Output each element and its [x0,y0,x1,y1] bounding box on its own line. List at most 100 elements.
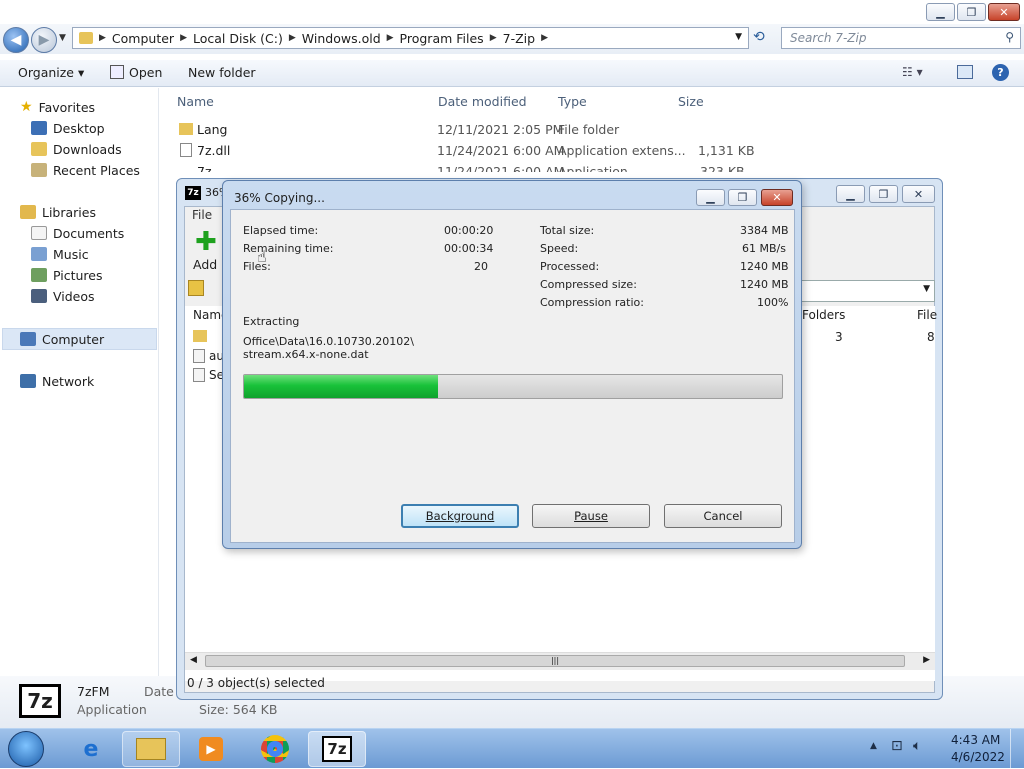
file-row[interactable]: Lang 12/11/2021 2:05 PM File folder [160,119,1024,140]
column-name[interactable]: Name [177,94,214,109]
nav-label: Desktop [53,120,105,136]
preview-pane-icon[interactable] [957,65,973,79]
view-options-icon[interactable]: ☷ ▾ [902,65,923,79]
nav-favorites[interactable]: ★ Favorites [20,97,95,117]
refresh-icon[interactable]: ⟲ [753,29,773,47]
remaining-time-value: 00:00:34 [444,242,494,255]
details-name: 7zFM [77,684,110,699]
breadcrumb-arrow-icon[interactable]: ▶ [180,33,187,43]
breadcrumb-arrow-icon[interactable]: ▶ [387,33,394,43]
recent-pages-chevron-icon[interactable]: ▼ [59,33,66,43]
file-list: Name Date modified Type Size Lang 12/11/… [160,88,1024,188]
nav-libraries[interactable]: Libraries [20,202,96,222]
background-button[interactable]: Background [401,504,519,528]
taskbar-internet-explorer[interactable]: e [62,731,120,767]
address-bar[interactable]: ▶ Computer ▶ Local Disk (C:) ▶ Windows.o… [72,27,749,49]
search-placeholder: Search 7-Zip [790,31,867,45]
breadcrumb-arrow-icon[interactable]: ▶ [99,33,106,43]
volume-icon[interactable]: 🔈︎ [913,738,921,754]
file-type: File folder [558,122,620,137]
column-size[interactable]: Size [678,94,704,109]
show-desktop-button[interactable] [1010,729,1024,769]
fm-minimize-button[interactable]: ▁ [836,185,865,203]
file-type: Application extens... [558,143,686,158]
taskbar-7zip[interactable]: 7z [308,731,366,767]
scrollbar-thumb[interactable]: ||| [205,655,905,667]
minimize-button[interactable]: ▁ [926,3,955,21]
taskbar-explorer[interactable] [122,731,180,767]
nav-network[interactable]: Network [20,371,94,391]
fm-column-files[interactable]: File [917,308,937,322]
taskbar: e ▶ 7z ▲ ⊡ 🔈︎ 4:43 AM 4/6/2022 [0,728,1024,769]
column-type[interactable]: Type [558,94,587,109]
file-row[interactable]: 7z.dll 11/24/2021 6:00 AM Application ex… [160,140,1024,161]
nav-pictures[interactable]: Pictures [31,265,103,285]
dialog-maximize-button[interactable]: ❐ [728,189,757,206]
folder-up-icon[interactable] [188,280,204,296]
close-button[interactable]: ✕ [988,3,1020,21]
dll-file-icon [180,143,192,157]
breadcrumb-arrow-icon[interactable]: ▶ [289,33,296,43]
fm-column-folders[interactable]: Folders [802,308,845,322]
breadcrumb-local-disk[interactable]: Local Disk (C:) [193,31,283,46]
breadcrumb-7zip[interactable]: 7-Zip [503,31,535,46]
column-date-modified[interactable]: Date modified [438,94,527,109]
nav-label: Pictures [53,267,103,283]
nav-downloads[interactable]: Downloads [31,139,122,159]
search-input[interactable]: Search 7-Zip ⚲ [781,27,1021,49]
back-button[interactable]: ◀ [3,27,29,53]
address-dropdown-icon[interactable]: ▼ [735,32,742,42]
file-date: 12/11/2021 2:05 PM [437,122,564,137]
fm-close-button[interactable]: ✕ [902,185,935,203]
progress-fill [244,375,438,398]
nav-desktop[interactable]: Desktop [31,118,105,138]
file-name: Lang [197,122,228,137]
fm-path-dropdown-icon[interactable]: ▼ [923,284,930,294]
horizontal-scrollbar[interactable]: ◀ ||| ▶ [185,652,935,670]
taskbar-chrome[interactable] [246,731,304,767]
breadcrumb-program-files[interactable]: Program Files [400,31,484,46]
current-file-name: stream.x64.x-none.dat [243,348,369,361]
show-hidden-icons[interactable]: ▲ [870,741,877,751]
current-file-path: Office\Data\16.0.10730.20102\ [243,335,414,348]
taskbar-media-player[interactable]: ▶ [182,731,240,767]
clock-time[interactable]: 4:43 AM [951,733,1000,747]
folder-icon [79,32,93,44]
nav-label: Computer [42,331,105,347]
fm-menu-file[interactable]: File [192,208,212,222]
breadcrumb-arrow-icon[interactable]: ▶ [541,33,548,43]
network-status-icon[interactable]: ⊡ [891,738,903,754]
scroll-right-icon[interactable]: ▶ [923,655,930,665]
organize-button[interactable]: Organize ▾ [18,65,84,80]
nav-videos[interactable]: Videos [31,286,95,306]
open-icon [110,65,124,79]
file-row[interactable]: 7z 11/24/2021 6:00 AM Application 323 KB [160,161,1024,172]
add-icon[interactable]: ✚ [195,229,217,255]
nav-label: Libraries [42,204,96,220]
recent-places-icon [31,163,47,177]
dialog-minimize-button[interactable]: ▁ [696,189,725,206]
forward-button[interactable]: ▶ [31,27,57,53]
nav-music[interactable]: Music [31,244,89,264]
nav-documents[interactable]: Documents [31,223,124,243]
pause-button[interactable]: Pause [532,504,650,528]
help-icon[interactable]: ? [992,64,1009,81]
folder-icon [136,738,166,760]
scroll-left-icon[interactable]: ◀ [190,655,197,665]
cancel-button[interactable]: Cancel [664,504,782,528]
breadcrumb-windows-old[interactable]: Windows.old [302,31,381,46]
fm-add-label[interactable]: Add [193,257,217,272]
downloads-icon [31,142,47,156]
maximize-button[interactable]: ❐ [957,3,986,21]
nav-recent-places[interactable]: Recent Places [31,160,140,180]
dialog-close-button[interactable]: ✕ [761,189,793,206]
fm-maximize-button[interactable]: ❐ [869,185,898,203]
new-folder-button[interactable]: New folder [188,65,256,80]
start-button[interactable] [8,731,44,767]
open-button[interactable]: Open [129,65,162,80]
elapsed-time-value: 00:00:20 [444,224,494,237]
breadcrumb-computer[interactable]: Computer [112,31,174,46]
nav-computer[interactable]: Computer [20,329,104,349]
clock-date[interactable]: 4/6/2022 [951,750,1005,764]
breadcrumb-arrow-icon[interactable]: ▶ [490,33,497,43]
